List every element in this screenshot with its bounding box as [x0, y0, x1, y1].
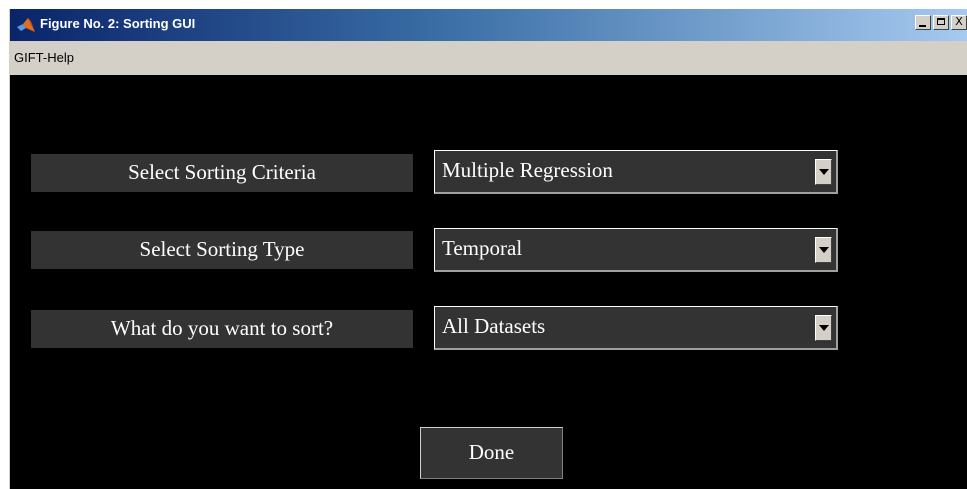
menu-item-gift-help[interactable]: GIFT-Help — [14, 50, 74, 65]
sort-target-select[interactable]: All Datasets — [434, 306, 838, 350]
sorting-type-label: Select Sorting Type — [31, 231, 413, 269]
chevron-down-icon — [819, 169, 829, 175]
close-button[interactable]: X — [951, 15, 967, 30]
chevron-down-icon — [819, 247, 829, 253]
minimize-button[interactable] — [915, 15, 931, 30]
sorting-criteria-value: Multiple Regression — [442, 158, 613, 182]
menu-bar: GIFT-Help — [10, 41, 967, 75]
window-title: Figure No. 2: Sorting GUI — [40, 16, 196, 31]
maximize-button[interactable] — [933, 15, 949, 30]
sorting-criteria-label: Select Sorting Criteria — [31, 154, 413, 192]
maximize-icon — [937, 18, 945, 25]
sorting-type-value: Temporal — [442, 236, 523, 260]
done-button[interactable]: Done — [420, 427, 563, 479]
sort-target-dropdown-button[interactable] — [815, 315, 832, 341]
sorting-type-dropdown-button[interactable] — [815, 237, 832, 263]
sort-target-value: All Datasets — [442, 314, 546, 338]
minimize-icon — [919, 25, 926, 27]
sort-target-label: What do you want to sort? — [31, 310, 413, 348]
sorting-criteria-select[interactable]: Multiple Regression — [434, 150, 838, 194]
close-icon: X — [955, 15, 963, 28]
title-bar[interactable]: Figure No. 2: Sorting GUI X — [10, 9, 967, 41]
sorting-type-select[interactable]: Temporal — [434, 228, 838, 272]
chevron-down-icon — [819, 325, 829, 331]
sorting-gui-window: Figure No. 2: Sorting GUI X GIFT-Help Se… — [9, 9, 967, 489]
sorting-criteria-dropdown-button[interactable] — [815, 159, 832, 185]
matlab-icon — [17, 18, 35, 32]
